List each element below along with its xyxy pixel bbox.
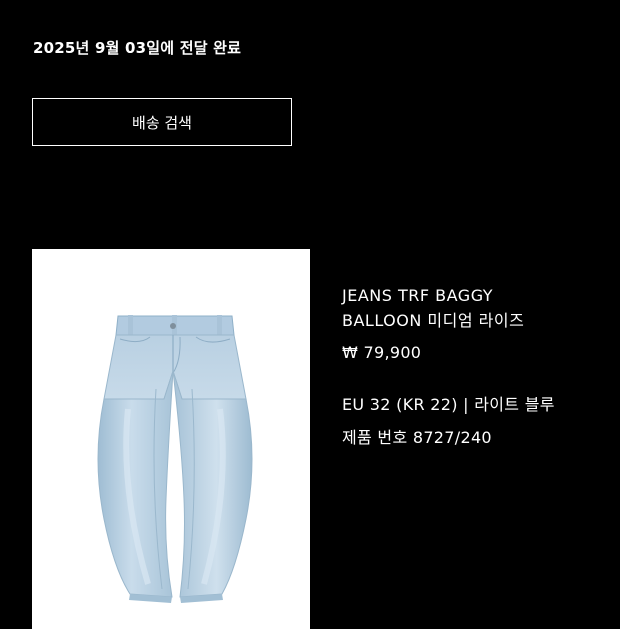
track-shipment-button[interactable]: 배송 검색 xyxy=(32,98,292,146)
product-price: ₩ 79,900 xyxy=(342,343,422,362)
product-name-line-2: BALLOON 미디엄 라이즈 xyxy=(342,311,525,330)
product-name-line-1: JEANS TRF BAGGY xyxy=(342,286,494,305)
jeans-product-image xyxy=(32,249,310,629)
product-size-color: EU 32 (KR 22) | 라이트 블루 xyxy=(342,395,555,414)
product-image-card[interactable] xyxy=(32,249,310,629)
product-name[interactable]: JEANS TRF BAGGY BALLOON 미디엄 라이즈 xyxy=(342,283,602,333)
product-info: JEANS TRF BAGGY BALLOON 미디엄 라이즈 ₩ 79,900… xyxy=(342,283,602,450)
delivery-status-text: 2025년 9월 03일에 전달 완료 xyxy=(33,39,242,57)
product-number: 제품 번호 8727/240 xyxy=(342,428,492,447)
